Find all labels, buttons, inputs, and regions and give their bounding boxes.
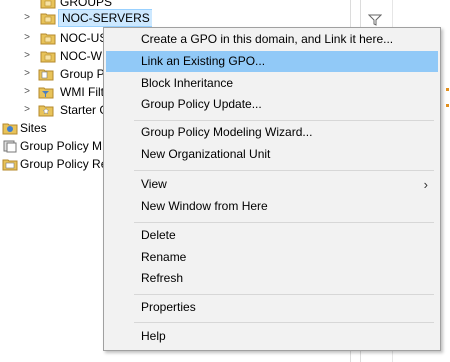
tree-item-label: WMI Filt: [60, 85, 103, 99]
menu-separator: [134, 170, 434, 171]
gp-modeling-icon: [2, 139, 18, 153]
expander-icon[interactable]: >: [22, 83, 32, 101]
tree-item-label: Starter G: [60, 103, 103, 117]
tree-item-group-policy-modeling[interactable]: Group Policy M: [0, 137, 103, 155]
menu-item-delete[interactable]: Delete: [106, 225, 438, 246]
ou-folder-icon: [40, 31, 56, 45]
menu-item-refresh[interactable]: Refresh: [106, 268, 438, 289]
menu-item-label: Delete: [141, 228, 176, 242]
tree-item-label: Group Po: [60, 67, 103, 81]
menu-item-label: New Window from Here: [141, 199, 268, 213]
menu-item-new-ou[interactable]: New Organizational Unit: [106, 144, 438, 165]
tree-item-sites[interactable]: Sites: [0, 119, 103, 137]
menu-item-label: Link an Existing GPO...: [141, 54, 266, 68]
submenu-arrow-icon: ›: [423, 177, 428, 192]
starter-gpo-folder-icon: [38, 103, 54, 117]
menu-item-modeling-wizard[interactable]: Group Policy Modeling Wizard...: [106, 122, 438, 143]
menu-item-group-policy-update[interactable]: Group Policy Update...: [106, 94, 438, 115]
menu-item-label: New Organizational Unit: [141, 147, 271, 161]
tree-item-label: Sites: [20, 121, 47, 135]
menu-item-properties[interactable]: Properties: [106, 297, 438, 318]
tree-item-group-policy-results[interactable]: Group Policy Re: [0, 155, 103, 173]
menu-item-view[interactable]: View ›: [106, 174, 438, 195]
tree-item-group-policy-objects[interactable]: > Group Po: [22, 65, 103, 83]
menu-item-rename[interactable]: Rename: [106, 247, 438, 268]
tree-item-noc-servers[interactable]: > NOC-SERVERS: [22, 9, 152, 27]
menu-item-label: Group Policy Modeling Wizard...: [141, 125, 313, 139]
menu-item-link-existing-gpo[interactable]: Link an Existing GPO...: [106, 51, 438, 72]
gp-results-icon: [2, 157, 18, 171]
expander-icon[interactable]: >: [22, 9, 32, 27]
menu-item-block-inheritance[interactable]: Block Inheritance: [106, 73, 438, 94]
tree-item-label: NOC-W: [60, 49, 102, 63]
tree-item-noc-w[interactable]: > NOC-W: [22, 47, 103, 65]
tree-item-label: Group Policy M: [20, 139, 103, 153]
tree-item-starter-gpos[interactable]: > Starter G: [22, 101, 103, 119]
menu-item-create-gpo-and-link[interactable]: Create a GPO in this domain, and Link it…: [106, 29, 438, 50]
expander-icon[interactable]: >: [22, 101, 32, 119]
gpo-folder-icon: [38, 67, 54, 81]
menu-separator: [134, 222, 434, 223]
menu-item-label: Create a GPO in this domain, and Link it…: [141, 32, 394, 46]
menu-item-label: Block Inheritance: [141, 76, 234, 90]
menu-item-label: Help: [141, 329, 166, 343]
tree-item-wmi-filters[interactable]: > WMI Filt: [22, 83, 103, 101]
tree-item-label: NOC-US: [60, 31, 108, 45]
sites-icon: [2, 121, 18, 135]
tree-item-noc-us[interactable]: > NOC-US: [22, 29, 112, 47]
menu-item-label: Refresh: [141, 271, 184, 285]
expander-icon[interactable]: >: [22, 29, 32, 47]
menu-item-help[interactable]: Help: [106, 326, 438, 347]
menu-item-label: Properties: [141, 300, 196, 314]
warning-marker: [446, 88, 449, 91]
menu-separator: [134, 294, 434, 295]
expander-icon[interactable]: >: [22, 65, 32, 83]
menu-separator: [134, 120, 434, 121]
ou-folder-icon: [40, 0, 56, 9]
tree-item-label: NOC-SERVERS: [58, 9, 152, 27]
expander-icon[interactable]: >: [22, 47, 32, 65]
wmi-folder-icon: [38, 85, 54, 99]
context-menu: Create a GPO in this domain, and Link it…: [103, 27, 441, 351]
gpmc-window: GROUPS > NOC-SERVERS > NOC-US > NOC-W >: [0, 0, 450, 362]
menu-item-label: View: [141, 177, 167, 191]
warning-marker: [446, 104, 449, 107]
ou-folder-icon: [40, 49, 56, 63]
menu-item-new-window[interactable]: New Window from Here: [106, 196, 438, 217]
tree-item-label: Group Policy Re: [20, 157, 103, 171]
menu-item-label: Group Policy Update...: [141, 97, 262, 111]
ou-folder-icon: [40, 11, 56, 25]
menu-item-label: Rename: [141, 250, 187, 264]
menu-separator: [134, 322, 434, 323]
